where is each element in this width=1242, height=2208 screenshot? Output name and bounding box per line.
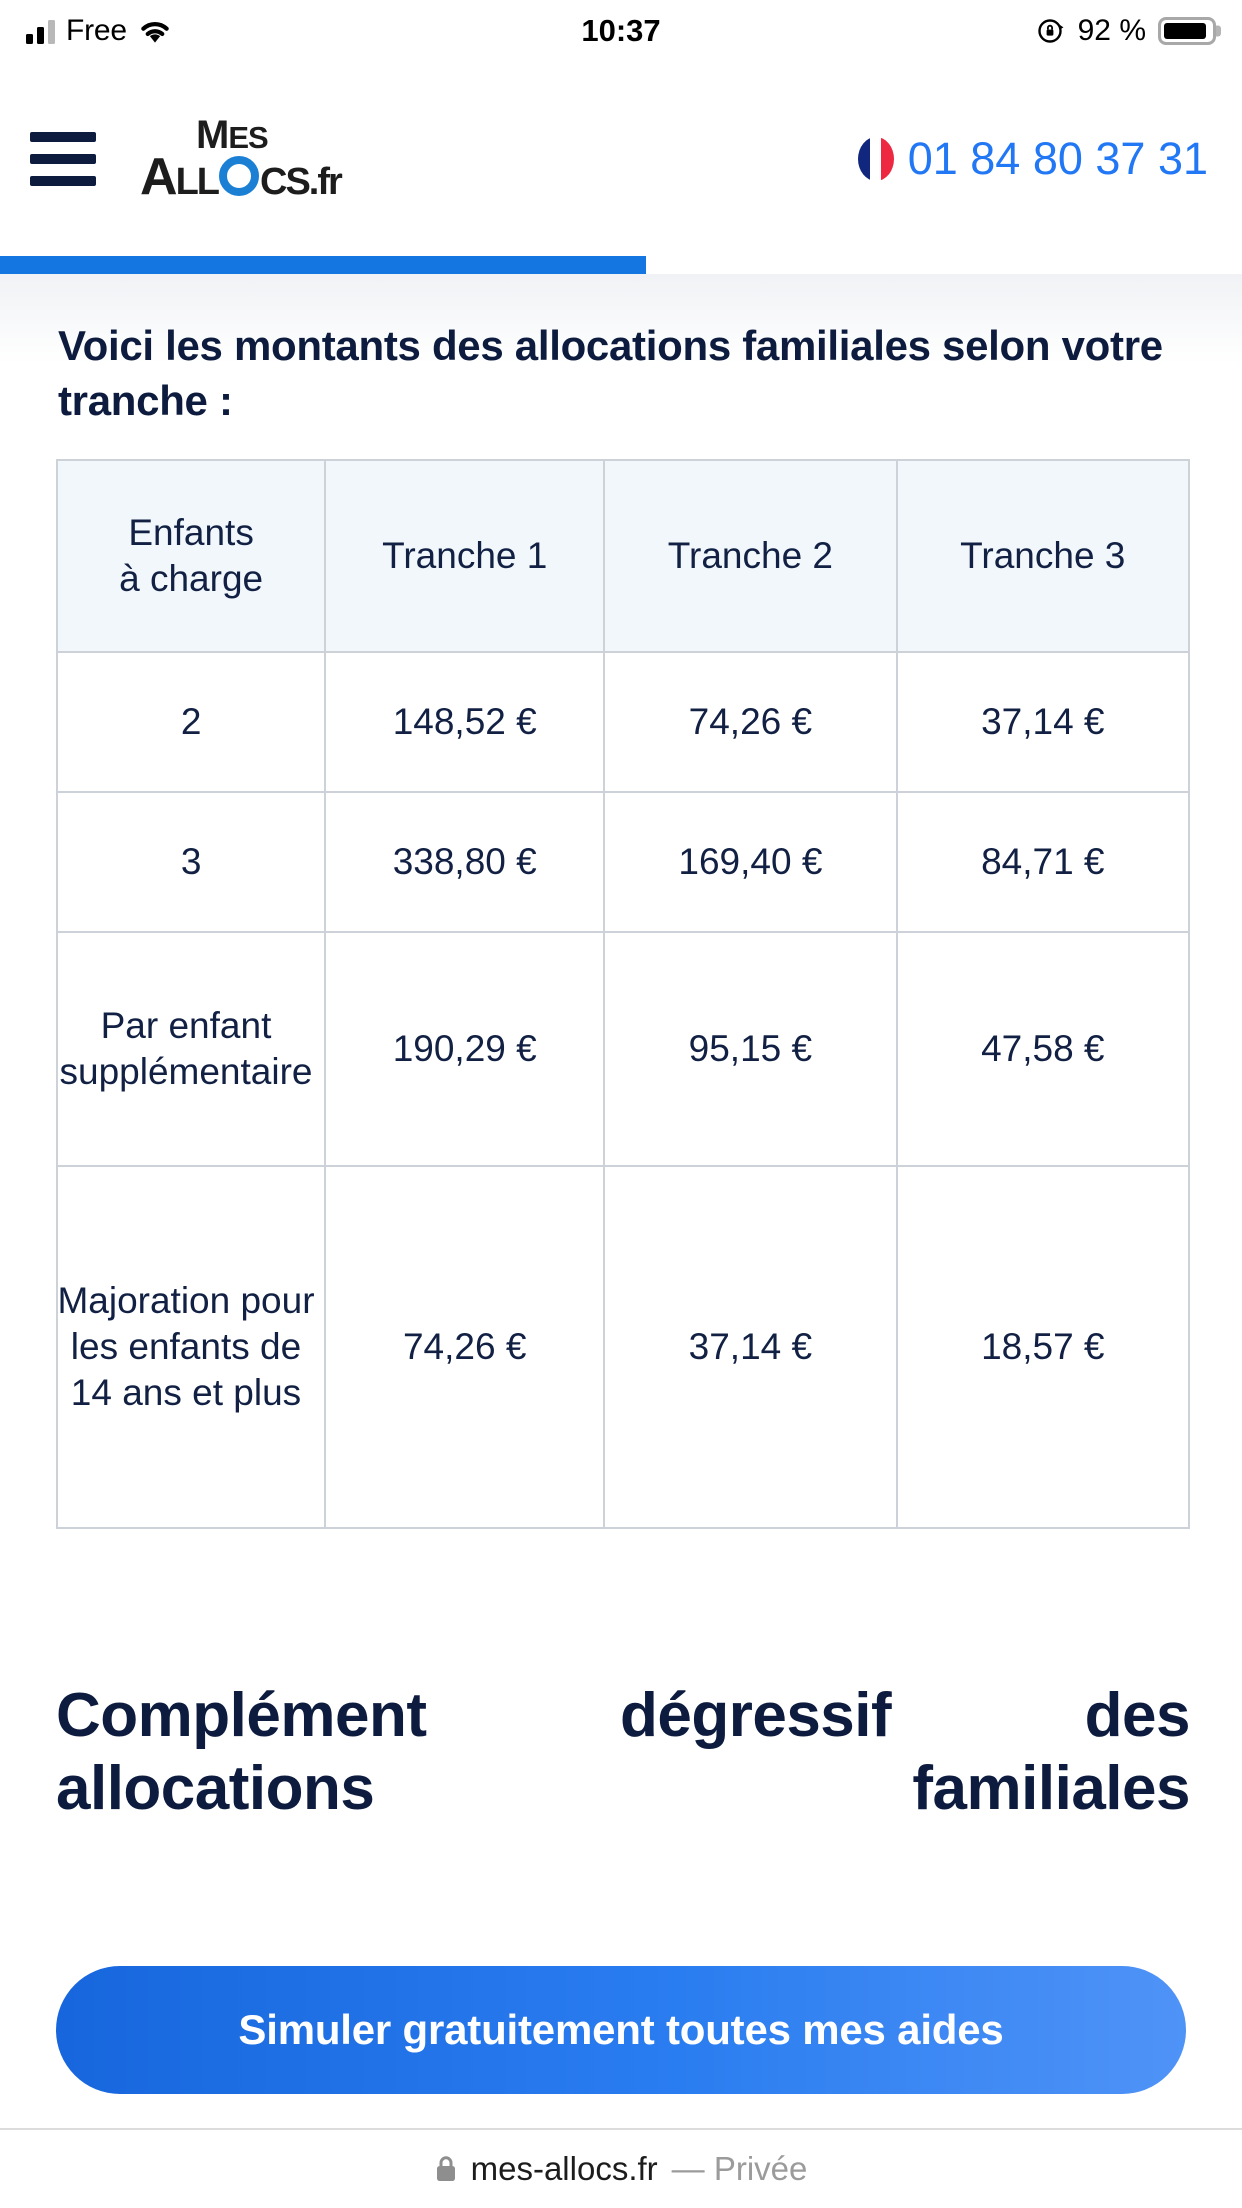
table-body: 2 148,52 € 74,26 € 37,14 € 3 338,80 € 16… — [55, 650, 1191, 1529]
cell-tranche-3: 18,57 € — [895, 1164, 1191, 1529]
cell-tranche-3: 84,71 € — [895, 790, 1191, 933]
row-label: 3 — [55, 790, 327, 933]
page-content: Voici les montants des allocations famil… — [0, 274, 1242, 1826]
cell-tranche-1: 148,52 € — [324, 650, 606, 793]
section-heading-line-2: allocations familiales — [56, 1754, 1191, 1824]
battery-percent-label: 92 % — [1077, 14, 1146, 47]
hamburger-menu-icon[interactable] — [22, 128, 104, 190]
sticky-cta-container: Simuler gratuitement toutes mes aides — [0, 1936, 1242, 2120]
logo-top-text: MES — [196, 113, 269, 157]
french-flag-icon — [857, 137, 894, 181]
table-row: Par enfant supplémentaire 190,29 € 95,15… — [55, 930, 1191, 1167]
cell-tranche-2: 169,40 € — [603, 790, 898, 933]
carrier-label: Free — [66, 14, 127, 47]
phone-number-link[interactable]: 01 84 80 37 31 — [908, 133, 1208, 185]
allocations-amounts-table: Enfants à charge Tranche 1 Tranche 2 Tran… — [55, 458, 1191, 1529]
row-label-text: Majoration pour les enfants de 14 ans et… — [57, 1279, 315, 1414]
site-logo[interactable]: MES A LL CS .fr — [140, 113, 343, 206]
cell-tranche-1: 74,26 € — [324, 1164, 606, 1529]
intro-paragraph: Voici les montants des allocations famil… — [58, 322, 1163, 425]
blue-ring-icon — [219, 156, 259, 196]
wifi-icon — [141, 22, 169, 43]
column-header-tranche-3: Tranche 3 — [895, 458, 1191, 653]
ios-status-bar: Free 10:37 92 % — [0, 0, 1242, 62]
private-mode-label: — Privée — [671, 2150, 808, 2187]
site-header: MES A LL CS .fr 01 84 80 37 31 — [0, 62, 1242, 256]
status-bar-right: 92 % — [1036, 14, 1216, 48]
amounts-table-container: Enfants à charge Tranche 1 Tranche 2 Tran… — [0, 458, 1242, 1529]
battery-icon — [1158, 17, 1216, 45]
column-header-tranche-1: Tranche 1 — [324, 458, 606, 653]
cell-tranche-3: 47,58 € — [895, 930, 1191, 1167]
logo-bottom-text: A LL CS .fr — [140, 148, 343, 206]
header-line-2: à charge — [119, 557, 264, 599]
cell-tranche-3: 37,14 € — [895, 650, 1191, 793]
table-row: 3 338,80 € 169,40 € 84,71 € — [55, 790, 1191, 933]
simulate-aides-button[interactable]: Simuler gratuitement toutes mes aides — [56, 1966, 1186, 2094]
section-heading: Complément dégressif des allocations fam… — [0, 1679, 1242, 1825]
page-progress-bar — [0, 256, 1242, 274]
safari-bottom-bar: mes-allocs.fr — Privée — [0, 2128, 1242, 2208]
column-header-enfants-a-charge: Enfants à charge — [55, 458, 327, 653]
row-label-text: Par enfant supplémentaire — [59, 1004, 313, 1092]
current-url-label[interactable]: mes-allocs.fr — [471, 2150, 658, 2188]
table-row: 2 148,52 € 74,26 € 37,14 € — [55, 650, 1191, 793]
cell-tranche-2: 95,15 € — [603, 930, 898, 1167]
status-bar-left: Free — [26, 14, 172, 48]
section-heading-line-1: Complément dégressif des — [56, 1680, 1191, 1750]
cell-tranche-2: 74,26 € — [603, 650, 898, 793]
header-line-1: Enfants — [128, 511, 254, 553]
cellular-signal-icon — [26, 18, 55, 44]
table-row: Majoration pour les enfants de 14 ans et… — [55, 1164, 1191, 1529]
table-head: Enfants à charge Tranche 1 Tranche 2 Tran… — [55, 458, 1191, 653]
rotation-lock-icon — [1037, 19, 1064, 43]
content-spacer — [0, 1528, 1242, 1679]
cell-tranche-2: 37,14 € — [603, 1164, 898, 1529]
page-progress-fill — [0, 256, 646, 274]
table-header-row: Enfants à charge Tranche 1 Tranche 2 Tran… — [55, 458, 1191, 653]
row-label: Majoration pour les enfants de 14 ans et… — [55, 1164, 327, 1529]
row-label: Par enfant supplémentaire — [55, 930, 327, 1167]
phone-contact[interactable]: 01 84 80 37 31 — [857, 133, 1208, 185]
cell-tranche-1: 338,80 € — [324, 790, 606, 933]
lock-icon — [436, 2156, 455, 2181]
cell-tranche-1: 190,29 € — [324, 930, 606, 1167]
row-label: 2 — [55, 650, 327, 793]
column-header-tranche-2: Tranche 2 — [603, 458, 898, 653]
